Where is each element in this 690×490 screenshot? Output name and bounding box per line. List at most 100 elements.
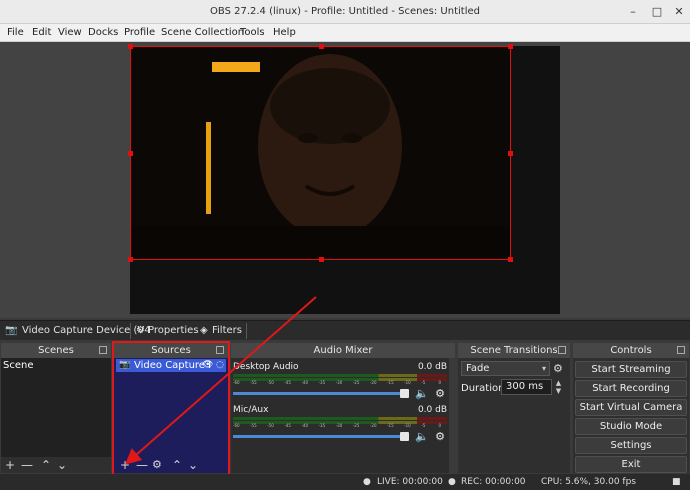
scenes-dock: Scenes Scene + — ⌃ ⌄: [1, 343, 111, 473]
undock-icon[interactable]: [677, 346, 685, 354]
volume-slider[interactable]: [233, 389, 409, 398]
resize-handle[interactable]: [128, 257, 133, 262]
channel-name: Mic/Aux: [233, 405, 269, 415]
meter-tick: -15: [387, 380, 394, 385]
menu-edit[interactable]: Edit: [32, 27, 51, 38]
mixer-dock-title: Audio Mixer: [231, 343, 455, 358]
mixer-title: Audio Mixer: [313, 345, 373, 356]
meter-tick: -60: [233, 380, 240, 385]
menu-tools[interactable]: Tools: [240, 27, 265, 38]
filters-button[interactable]: Filters: [212, 325, 242, 336]
meter-ticks: -60 -55 -50 -45 -40 -35 -30 -25 -20 -15 …: [233, 380, 447, 386]
transition-gear-icon[interactable]: ⚙: [553, 362, 563, 375]
resize-handle[interactable]: [319, 44, 324, 49]
meter-tick: 0: [438, 380, 441, 385]
channel-db: 0.0 dB: [417, 362, 447, 372]
sources-highlight-box: [112, 341, 230, 478]
transition-selected: Fade: [466, 363, 490, 374]
scenes-dock-title: Scenes: [1, 343, 111, 358]
mixer-channels: Desktop Audio 0.0 dB -60 -55 -50 -45 -40…: [231, 358, 449, 473]
meter-tick: -55: [250, 380, 257, 385]
start-recording-button[interactable]: Start Recording: [575, 380, 687, 397]
mixer-channel: Desktop Audio 0.0 dB -60 -55 -50 -45 -40…: [233, 362, 447, 404]
scenes-toolbar: + — ⌃ ⌄: [1, 457, 111, 473]
meter-tick: -45: [284, 380, 291, 385]
menu-help[interactable]: Help: [273, 27, 296, 38]
gear-icon[interactable]: ⚙: [435, 387, 445, 400]
transitions-title: Scene Transitions: [470, 345, 558, 356]
resize-handle[interactable]: [319, 257, 324, 262]
meter-tick: -30: [335, 380, 343, 385]
duration-stepper[interactable]: ▲ ▼: [554, 379, 563, 395]
menu-docks[interactable]: Docks: [88, 27, 118, 38]
studio-mode-button[interactable]: Studio Mode: [575, 418, 687, 435]
scene-list-item[interactable]: Scene: [3, 360, 34, 371]
audio-mixer-dock: Audio Mixer Desktop Audio 0.0 dB -60 -55…: [231, 343, 455, 473]
menu-file[interactable]: File: [7, 27, 24, 38]
filters-icon: ◈: [200, 325, 208, 336]
properties-button[interactable]: Properties: [148, 325, 199, 336]
meter-tick: -15: [387, 423, 394, 428]
start-streaming-button[interactable]: Start Streaming: [575, 361, 687, 378]
menu-profile[interactable]: Profile: [124, 27, 155, 38]
meter-tick: -25: [352, 380, 360, 385]
remove-scene-button[interactable]: —: [21, 457, 33, 473]
volume-meter: [233, 374, 447, 377]
scene-transitions-dock: Scene Transitions Fade ▾ ⚙ Duration 300 …: [458, 343, 570, 473]
rec-time: REC: 00:00:00: [461, 477, 526, 487]
speaker-icon[interactable]: 🔈: [415, 387, 429, 400]
resize-handle[interactable]: [508, 44, 513, 49]
meter-tick: -20: [369, 423, 377, 428]
meter-tick: -40: [301, 380, 309, 385]
chevron-up-icon[interactable]: ▲: [554, 379, 563, 387]
duration-label: Duration: [461, 383, 505, 394]
move-scene-up-button[interactable]: ⌃: [41, 457, 51, 473]
volume-slider[interactable]: [233, 432, 409, 441]
window-title: OBS 27.2.4 (linux) - Profile: Untitled -…: [210, 6, 480, 17]
channel-db: 0.0 dB: [417, 405, 447, 415]
close-button[interactable]: ✕: [672, 5, 686, 19]
start-virtual-camera-button[interactable]: Start Virtual Camera: [575, 399, 687, 416]
meter-tick: -45: [284, 423, 291, 428]
source-selection-box[interactable]: [128, 44, 513, 262]
transitions-dock-title: Scene Transitions: [458, 343, 570, 358]
controls-title: Controls: [610, 345, 652, 356]
meter-tick: -10: [404, 380, 411, 385]
duration-spinbox[interactable]: 300 ms: [501, 379, 552, 395]
meter-tick: -25: [352, 423, 360, 428]
scenes-list[interactable]: Scene: [1, 358, 111, 473]
record-icon: ●: [448, 477, 456, 487]
volume-slider-knob[interactable]: [400, 432, 409, 441]
cpu-fps-status: CPU: 5.6%, 30.00 fps: [541, 477, 636, 487]
camera-icon: 📷: [5, 325, 18, 336]
settings-button[interactable]: Settings: [575, 437, 687, 454]
menu-view[interactable]: View: [58, 27, 82, 38]
resize-handle[interactable]: [508, 257, 513, 262]
chevron-down-icon[interactable]: ▼: [554, 387, 563, 395]
resize-handle[interactable]: [128, 44, 133, 49]
scenes-title: Scenes: [38, 345, 74, 356]
exit-button[interactable]: Exit: [575, 456, 687, 473]
mixer-scrollbar[interactable]: [449, 358, 455, 473]
undock-icon[interactable]: [99, 346, 107, 354]
gear-icon[interactable]: ⚙: [435, 430, 445, 443]
move-scene-down-button[interactable]: ⌄: [57, 457, 67, 473]
meter-tick: -5: [421, 423, 426, 428]
volume-slider-knob[interactable]: [400, 389, 409, 398]
resize-handle[interactable]: [128, 151, 133, 156]
maximize-button[interactable]: □: [650, 5, 664, 19]
meter-tick: 0: [438, 423, 441, 428]
live-broadcast-icon: ●: [363, 477, 371, 487]
undock-icon[interactable]: [558, 346, 566, 354]
speaker-icon[interactable]: 🔈: [415, 430, 429, 443]
menu-scene-collection[interactable]: Scene Collection: [161, 27, 244, 38]
minimize-button[interactable]: –: [626, 5, 640, 19]
controls-dock-title: Controls: [573, 343, 689, 358]
menu-bar: File Edit View Docks Profile Scene Colle…: [0, 24, 690, 42]
resize-handle[interactable]: [508, 151, 513, 156]
source-toolbar: 📷 Video Capture Device (V4 ⚙ Properties …: [0, 320, 690, 340]
controls-body: Start Streaming Start Recording Start Vi…: [573, 358, 689, 473]
transition-select[interactable]: Fade ▾: [461, 361, 550, 376]
meter-tick: -20: [369, 380, 377, 385]
add-scene-button[interactable]: +: [5, 457, 15, 473]
